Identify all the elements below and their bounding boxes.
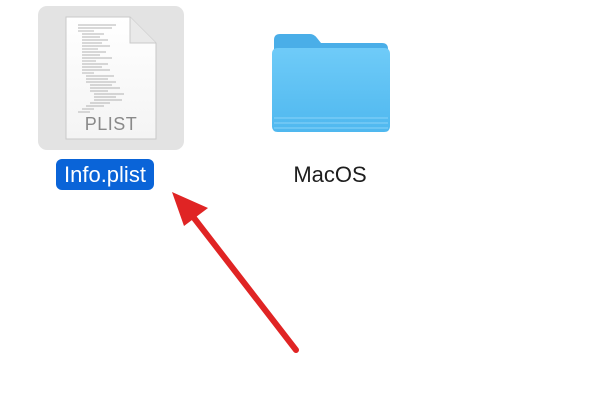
- folder-item-macos[interactable]: MacOS: [264, 6, 396, 192]
- folder-icon: [272, 34, 390, 132]
- file-type-label: PLIST: [84, 114, 138, 134]
- file-item-info-plist[interactable]: PLIST Info.plist: [38, 6, 184, 192]
- finder-icon-view: PLIST Info.plist MacOS: [0, 0, 614, 406]
- file-name-label[interactable]: Info.plist: [56, 159, 154, 190]
- annotation-arrow: [172, 192, 299, 353]
